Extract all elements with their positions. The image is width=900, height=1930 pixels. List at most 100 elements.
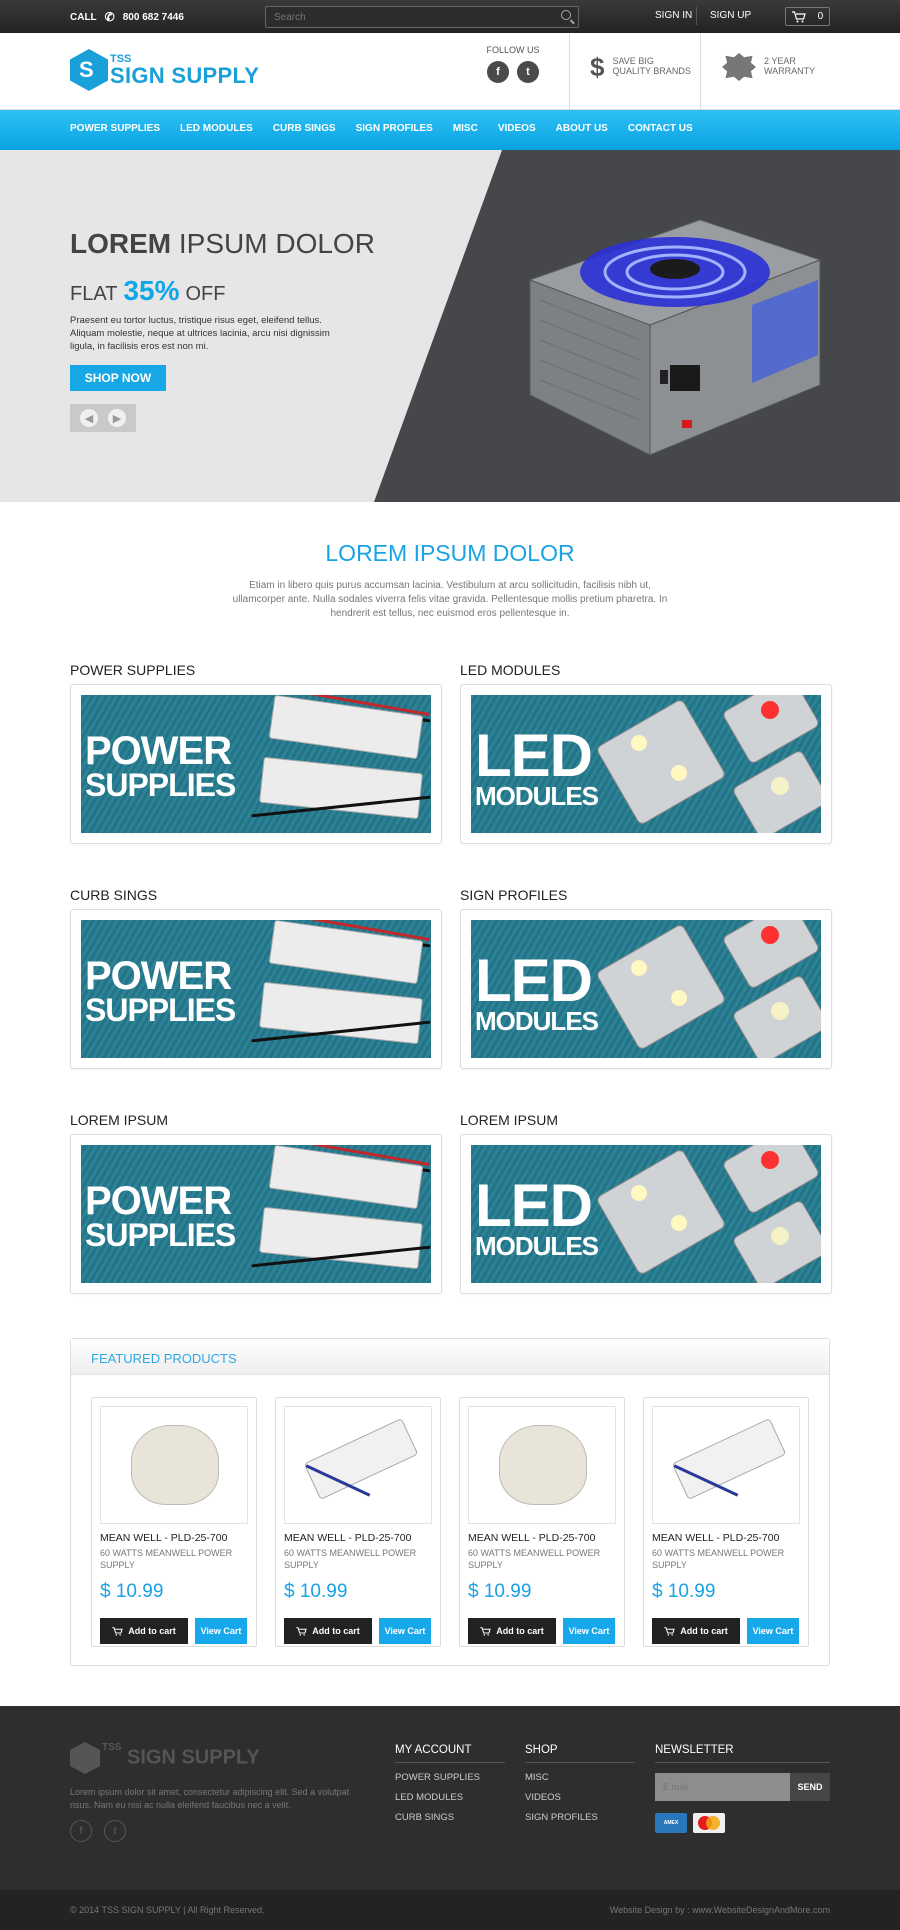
power-supply-unit (259, 756, 423, 820)
view-cart-button[interactable]: View Cart (747, 1618, 799, 1644)
add-to-cart-button[interactable]: Add to cart (652, 1618, 740, 1644)
category-card[interactable]: SIGN PROFILES LED MODULES (460, 887, 832, 1069)
category-banner[interactable]: LED MODULES (471, 1145, 821, 1283)
search-input[interactable] (266, 7, 546, 28)
top-bar: CALL ✆ 800 682 7446 SIGN IN SIGN UP 0 (0, 0, 900, 33)
footer-link-led-modules[interactable]: LED MODULES (395, 1792, 505, 1803)
category-banner[interactable]: POWER SUPPLIES (81, 695, 431, 833)
footer-logo[interactable]: TSS SIGN SUPPLY (70, 1742, 260, 1774)
view-cart-button[interactable]: View Cart (563, 1618, 615, 1644)
nav-item-contact-us[interactable]: CONTACT US (628, 123, 693, 134)
add-to-cart-button[interactable]: Add to cart (100, 1618, 188, 1644)
footer-link-misc[interactable]: MISC (525, 1772, 635, 1783)
view-cart-button[interactable]: View Cart (379, 1618, 431, 1644)
product-image[interactable] (468, 1406, 616, 1524)
category-banner[interactable]: LED MODULES (471, 695, 821, 833)
twitter-icon[interactable]: t (104, 1820, 126, 1842)
category-banner[interactable]: POWER SUPPLIES (81, 1145, 431, 1283)
usp-save-line2: QUALITY BRANDS (612, 66, 691, 77)
banner-line2: SUPPLIES (85, 767, 236, 803)
product-card: MEAN WELL - PLD-25-700 60 WATTS MEANWELL … (643, 1397, 809, 1647)
cart-icon (664, 1626, 675, 1636)
power-supply-unit (268, 920, 424, 985)
featured-title: FEATURED PRODUCTS (71, 1339, 829, 1375)
hero-slider: LOREM IPSUM DOLOR FLAT 35% OFF Praesent … (0, 150, 900, 502)
product-name[interactable]: MEAN WELL - PLD-25-700 (100, 1532, 248, 1544)
product-image[interactable] (284, 1406, 432, 1524)
nav-item-about-us[interactable]: ABOUT US (556, 123, 608, 134)
hero-title-bold: LOREM (70, 228, 172, 259)
add-to-cart-button[interactable]: Add to cart (468, 1618, 556, 1644)
category-banner[interactable]: LED MODULES (471, 920, 821, 1058)
product-card: MEAN WELL - PLD-25-700 60 WATTS MEANWELL … (91, 1397, 257, 1647)
product-name[interactable]: MEAN WELL - PLD-25-700 (468, 1532, 616, 1544)
twitter-icon[interactable]: t (517, 61, 539, 83)
shop-now-button[interactable]: SHOP NOW (70, 365, 166, 391)
nav-item-videos[interactable]: VIDEOS (498, 123, 536, 134)
intro-text: Etiam in libero quis purus accumsan laci… (232, 580, 668, 619)
category-title[interactable]: POWER SUPPLIES (70, 662, 442, 684)
prev-arrow-icon[interactable]: ◀ (80, 409, 98, 427)
category-card[interactable]: LOREM IPSUM LED MODULES (460, 1112, 832, 1294)
slider-arrows: ◀ ▶ (70, 404, 136, 432)
footer-text: Lorem ipsum dolor sit amet, consectetur … (70, 1787, 350, 1810)
newsletter-email-input[interactable] (655, 1773, 790, 1801)
view-cart-button[interactable]: View Cart (195, 1618, 247, 1644)
sign-in-link[interactable]: SIGN IN (655, 10, 692, 21)
category-title[interactable]: CURB SINGS (70, 887, 442, 909)
footer-link-videos[interactable]: VIDEOS (525, 1792, 635, 1803)
add-to-cart-label: Add to cart (680, 1626, 728, 1636)
nav-item-led-modules[interactable]: LED MODULES (180, 123, 253, 134)
category-title[interactable]: LOREM IPSUM (70, 1112, 442, 1134)
product-name[interactable]: MEAN WELL - PLD-25-700 (284, 1532, 432, 1544)
category-card[interactable]: LED MODULES LED MODULES (460, 662, 832, 844)
phone-number[interactable]: 800 682 7446 (123, 12, 184, 23)
facebook-icon[interactable]: f (70, 1820, 92, 1842)
banner-line1: LED (475, 1172, 593, 1239)
add-to-cart-button[interactable]: Add to cart (284, 1618, 372, 1644)
cart-icon (791, 10, 806, 22)
header: S TSS SIGN SUPPLY FOLLOW US f t $ SAVE B… (0, 33, 900, 110)
logo[interactable]: S TSS SIGN SUPPLY (70, 49, 259, 91)
main-nav: POWER SUPPLIES LED MODULES CURB SINGS SI… (0, 110, 900, 150)
category-card[interactable]: POWER SUPPLIES POWER SUPPLIES (70, 662, 442, 844)
footer-link-power-supplies[interactable]: POWER SUPPLIES (395, 1772, 505, 1783)
category-title[interactable]: SIGN PROFILES (460, 887, 832, 909)
design-credit[interactable]: Website Design by : www.WebsiteDesignAnd… (610, 1905, 830, 1915)
newsletter: NEWSLETTER SEND AMEX (655, 1744, 830, 1833)
nav-item-power-supplies[interactable]: POWER SUPPLIES (70, 123, 160, 134)
category-banner[interactable]: POWER SUPPLIES (81, 920, 431, 1058)
intro-title: LOREM IPSUM DOLOR (325, 540, 575, 566)
warranty-badge-icon (722, 53, 756, 81)
category-card[interactable]: CURB SINGS POWER SUPPLIES (70, 887, 442, 1069)
sign-up-link[interactable]: SIGN UP (710, 10, 751, 21)
usp-warranty: 2 YEAR WARRANTY (722, 53, 815, 81)
footer-link-sign-profiles[interactable]: SIGN PROFILES (525, 1812, 635, 1823)
search-icon[interactable] (561, 10, 571, 20)
footer-logo-icon (70, 1742, 100, 1774)
product-description: 60 WATTS MEANWELL POWER SUPPLY (284, 1548, 417, 1570)
product-module (303, 1418, 419, 1500)
category-title[interactable]: LED MODULES (460, 662, 832, 684)
add-to-cart-label: Add to cart (128, 1626, 176, 1636)
footer-link-curb-sings[interactable]: CURB SINGS (395, 1812, 505, 1823)
hero-title: LOREM IPSUM DOLOR (70, 228, 375, 260)
banner-line2: MODULES (475, 781, 599, 811)
nav-item-sign-profiles[interactable]: SIGN PROFILES (356, 123, 433, 134)
product-image[interactable] (100, 1406, 248, 1524)
newsletter-send-button[interactable]: SEND (790, 1773, 830, 1801)
cart-button[interactable]: 0 (785, 7, 830, 26)
product-name[interactable]: MEAN WELL - PLD-25-700 (652, 1532, 800, 1544)
product-image[interactable] (652, 1406, 800, 1524)
category-card[interactable]: LOREM IPSUM POWER SUPPLIES (70, 1112, 442, 1294)
call-info: CALL ✆ 800 682 7446 (70, 10, 184, 24)
follow-label: FOLLOW US (486, 45, 540, 55)
category-title[interactable]: LOREM IPSUM (460, 1112, 832, 1134)
nav-item-curb-sings[interactable]: CURB SINGS (273, 123, 336, 134)
next-arrow-icon[interactable]: ▶ (108, 409, 126, 427)
copyright-text: © 2014 TSS SIGN SUPPLY | All Right Reser… (70, 1905, 265, 1915)
product-card: MEAN WELL - PLD-25-700 60 WATTS MEANWELL … (459, 1397, 625, 1647)
usp-save: $ SAVE BIG QUALITY BRANDS (590, 53, 691, 82)
facebook-icon[interactable]: f (487, 61, 509, 83)
nav-item-misc[interactable]: MISC (453, 123, 478, 134)
